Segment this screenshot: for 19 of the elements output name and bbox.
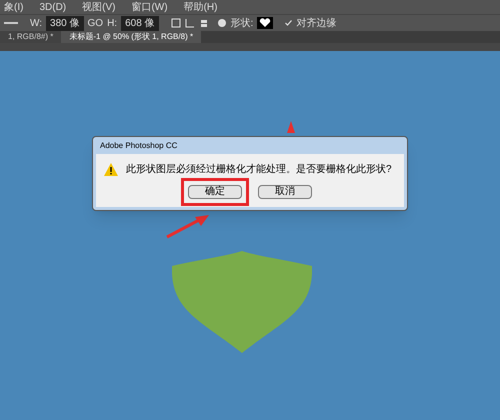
link-label[interactable]: GO: [88, 16, 104, 30]
shape-label: 形状:: [230, 16, 254, 30]
dialog-message: 此形状图层必须经过栅格化才能处理。是否要栅格化此形状?: [126, 162, 392, 177]
height-label: H:: [107, 16, 118, 30]
menu-item[interactable]: 窗口(W): [131, 0, 168, 14]
menu-item[interactable]: 象(I): [4, 0, 24, 14]
menu-item[interactable]: 3D(D): [39, 0, 66, 14]
dialog-title: Adobe Photoshop CC: [99, 140, 178, 152]
height-field[interactable]: 608 像: [121, 16, 159, 30]
document-tab[interactable]: 未标题-1 @ 50% (形状 1, RGB/8) *: [61, 31, 202, 43]
menu-item[interactable]: 帮助(H): [184, 0, 218, 14]
width-label: W:: [30, 16, 42, 30]
width-field[interactable]: 380 像: [46, 16, 84, 30]
dialog-button[interactable]: 取消: [258, 185, 312, 199]
align-edges-checkbox[interactable]: 对齐边缘: [285, 16, 336, 30]
document-tab[interactable]: 1, RGB/8#) *: [0, 31, 62, 43]
menu-item[interactable]: 视图(V): [82, 0, 116, 14]
dialog-button[interactable]: 确定: [188, 185, 242, 199]
align-edges-label: 对齐边缘: [296, 16, 336, 30]
